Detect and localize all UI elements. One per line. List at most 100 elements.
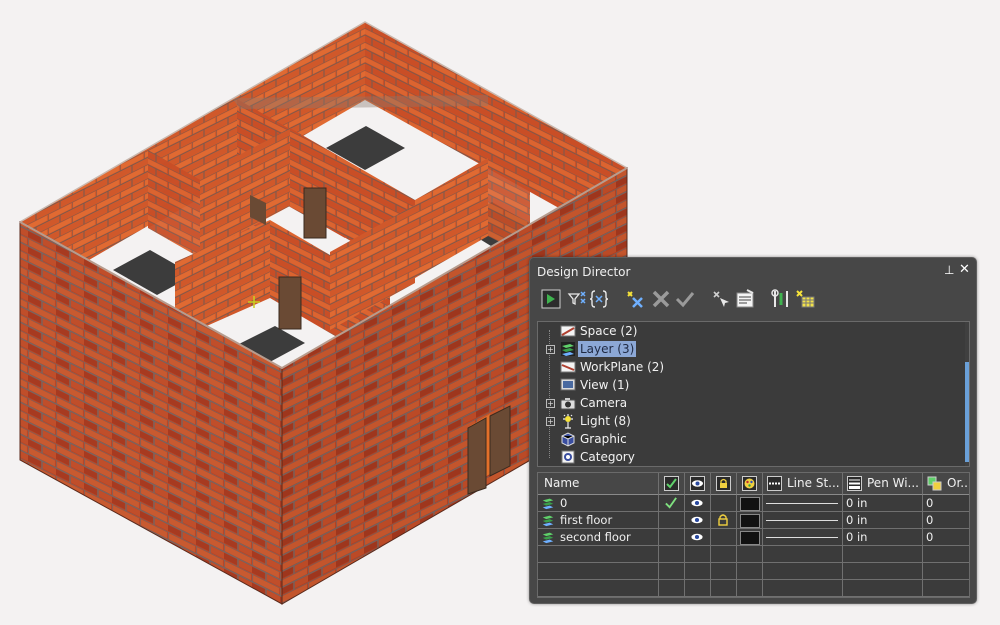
tree-item-label: Graphic <box>580 432 627 446</box>
pen-width-cell[interactable]: 0 in <box>843 495 923 511</box>
line-style-cell[interactable] <box>763 512 843 528</box>
line-style-cell[interactable] <box>763 495 843 511</box>
column-header-color[interactable] <box>737 473 763 495</box>
row-name-cell[interactable]: second floor <box>538 529 659 545</box>
toolbar <box>540 288 970 312</box>
table-row[interactable]: 0 0 in 0 <box>538 495 969 512</box>
tree-item-category[interactable]: Category <box>538 448 938 466</box>
workplane-icon <box>560 361 576 373</box>
layer-icon <box>561 342 575 356</box>
close-icon[interactable]: ✕ <box>959 263 970 277</box>
lock-icon <box>716 476 731 491</box>
order-icon <box>927 476 942 491</box>
order-cell[interactable]: 0 <box>923 529 969 545</box>
tree-item-label: Space (2) <box>580 324 638 338</box>
line-sample <box>766 537 838 538</box>
tree-item-layer[interactable]: + Layer (3) <box>538 340 938 358</box>
color-cell[interactable] <box>737 529 763 545</box>
category-tree[interactable]: Space (2) + Layer (3) WorkPlane (2) View… <box>537 321 970 467</box>
color-swatch <box>740 514 760 528</box>
color-swatch <box>740 497 760 511</box>
active-cell[interactable] <box>659 529 685 545</box>
layer-name: 0 <box>560 496 568 510</box>
layer-icon <box>542 532 554 544</box>
column-header-label: Or... <box>947 476 970 490</box>
table-row[interactable]: second floor 0 in 0 <box>538 529 969 546</box>
expand-icon[interactable]: + <box>546 345 555 354</box>
line-sample <box>766 503 838 504</box>
layer-grid[interactable]: Name Line St... Pen Wi... Or... 0 0 in 0… <box>537 472 970 598</box>
space-icon <box>560 325 576 337</box>
active-cell[interactable] <box>659 495 685 511</box>
column-header-lock[interactable] <box>711 473 737 495</box>
light-icon <box>563 414 573 429</box>
line-style-icon <box>767 476 782 491</box>
delete-icon[interactable] <box>650 288 672 310</box>
tree-item-label: Category <box>580 450 635 464</box>
tree-scrollbar[interactable] <box>965 322 969 466</box>
filter-icon[interactable] <box>566 288 588 310</box>
active-check-icon <box>664 476 679 491</box>
properties-icon[interactable] <box>734 288 756 310</box>
tree-item-view[interactable]: View (1) <box>538 376 938 394</box>
activate-checkmark-icon[interactable] <box>674 288 696 310</box>
select-tool-icon[interactable] <box>540 288 562 310</box>
visibility-cell[interactable] <box>685 529 711 545</box>
lock-cell[interactable] <box>711 512 737 528</box>
column-header-order[interactable]: Or... <box>923 473 970 495</box>
scope-braces-icon[interactable] <box>588 288 610 310</box>
lock-cell[interactable] <box>711 495 737 511</box>
column-header-name[interactable]: Name <box>538 473 659 495</box>
design-director-panel: Design Director ⊥ ✕ Space (2) + Layer (3… <box>529 257 977 604</box>
column-header-active[interactable] <box>659 473 685 495</box>
row-name-cell[interactable]: first floor <box>538 512 659 528</box>
graphic-icon <box>561 432 575 447</box>
line-sample <box>766 520 838 521</box>
lock-icon <box>718 514 728 526</box>
color-cell[interactable] <box>737 512 763 528</box>
order-cell[interactable]: 0 <box>923 512 969 528</box>
visibility-eye-icon <box>691 499 703 507</box>
tree-item-graphic[interactable]: Graphic <box>538 430 938 448</box>
settings-grid-icon[interactable] <box>794 288 816 310</box>
color-swatch <box>740 531 760 545</box>
column-header-line-style[interactable]: Line St... <box>763 473 843 495</box>
tree-item-label: Camera <box>580 396 628 410</box>
expand-icon[interactable]: + <box>546 417 555 426</box>
scrollbar-thumb[interactable] <box>965 362 969 462</box>
color-palette-icon <box>742 476 757 491</box>
new-item-icon[interactable] <box>624 288 646 310</box>
color-cell[interactable] <box>737 495 763 511</box>
category-icon <box>561 450 575 464</box>
empty-row <box>538 546 969 563</box>
tree-item-label: Light (8) <box>580 414 631 428</box>
pen-width-icon <box>847 476 862 491</box>
active-cell[interactable] <box>659 512 685 528</box>
column-header-label: Pen Wi... <box>867 476 919 490</box>
tree-item-camera[interactable]: + Camera <box>538 394 938 412</box>
tools-icon[interactable] <box>770 288 792 310</box>
visibility-cell[interactable] <box>685 512 711 528</box>
pin-icon[interactable]: ⊥ <box>944 263 954 277</box>
tree-item-light[interactable]: + Light (8) <box>538 412 938 430</box>
camera-icon <box>560 398 576 410</box>
visibility-cell[interactable] <box>685 495 711 511</box>
select-objects-icon[interactable] <box>710 288 732 310</box>
layer-name: first floor <box>560 513 613 527</box>
order-cell[interactable]: 0 <box>923 495 969 511</box>
visibility-eye-icon <box>691 516 703 524</box>
expand-icon[interactable]: + <box>546 399 555 408</box>
row-name-cell[interactable]: 0 <box>538 495 659 511</box>
tree-item-space[interactable]: Space (2) <box>538 322 938 340</box>
view-icon <box>560 378 576 391</box>
pen-width-cell[interactable]: 0 in <box>843 529 923 545</box>
line-style-cell[interactable] <box>763 529 843 545</box>
column-header-pen-width[interactable]: Pen Wi... <box>843 473 923 495</box>
lock-cell[interactable] <box>711 529 737 545</box>
empty-row <box>538 580 969 597</box>
tree-item-workplane[interactable]: WorkPlane (2) <box>538 358 938 376</box>
column-header-visibility[interactable] <box>685 473 711 495</box>
table-row[interactable]: first floor 0 in 0 <box>538 512 969 529</box>
pen-width-cell[interactable]: 0 in <box>843 512 923 528</box>
column-header-label: Line St... <box>787 476 840 490</box>
